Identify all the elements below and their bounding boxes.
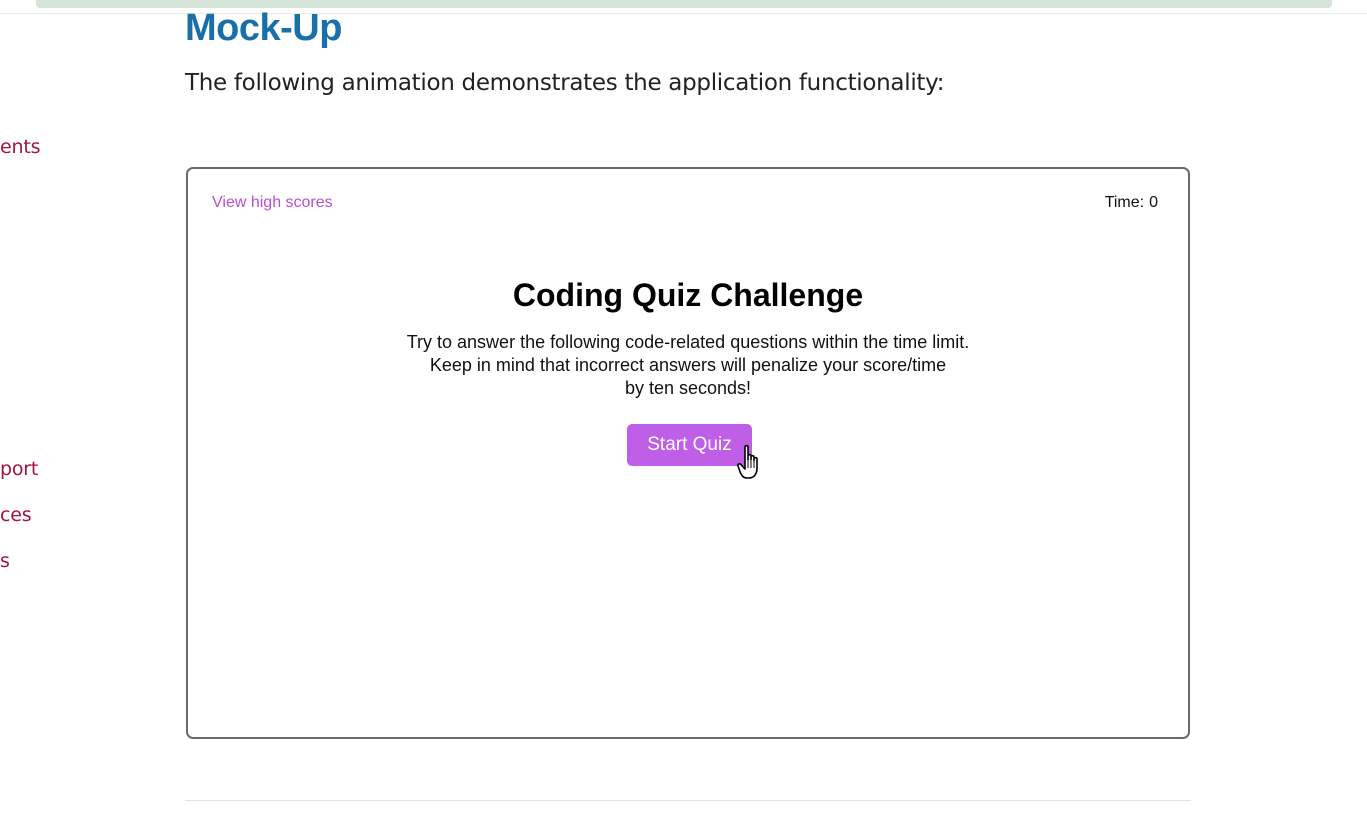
sidebar-item-links[interactable]: s <box>0 550 10 572</box>
sidebar-item-support[interactable]: port <box>0 458 38 480</box>
quiz-description-line: by ten seconds! <box>624 378 752 398</box>
section-intro: The following animation demonstrates the… <box>185 70 945 96</box>
timer-value: 0 <box>1149 194 1158 211</box>
timer: Time: 0 <box>1105 194 1158 212</box>
quiz-title: Coding Quiz Challenge <box>512 277 864 313</box>
timer-label: Time: <box>1104 194 1145 211</box>
sidebar-item-contents[interactable]: ents <box>0 136 40 158</box>
hand-pointer-icon <box>737 444 758 479</box>
sidebar-nav: ents port ces s <box>0 0 120 816</box>
quiz-mockup-animation: View high scores Time: 0 Coding Quiz Chal… <box>186 167 1190 739</box>
section-title: Mock-Up <box>185 7 342 49</box>
section-divider <box>185 800 1191 801</box>
view-high-scores-link[interactable]: View high scores <box>212 194 333 212</box>
start-quiz-button[interactable]: Start Quiz <box>627 424 752 466</box>
quiz-description-line: Try to answer the following code-related… <box>406 332 970 352</box>
sidebar-item-resources[interactable]: ces <box>0 504 32 526</box>
quiz-description: Try to answer the following code-related… <box>338 331 1038 400</box>
quiz-description-line: Keep in mind that incorrect answers will… <box>429 355 947 375</box>
page: ents port ces s Mock-Up The following an… <box>0 0 1367 816</box>
